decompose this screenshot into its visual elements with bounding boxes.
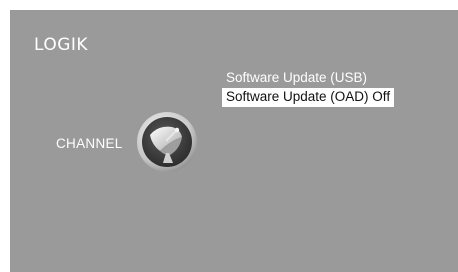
- satellite-dish-icon[interactable]: [136, 111, 198, 173]
- tv-menu-screen: LOGIK Software Update (USB) Software Upd…: [10, 10, 458, 272]
- settings-menu: Software Update (USB) Software Update (O…: [222, 69, 452, 107]
- logik-logo: LOGIK: [34, 35, 89, 55]
- menu-item-software-update-oad[interactable]: Software Update (OAD) Off: [222, 88, 395, 107]
- menu-item-software-update-usb[interactable]: Software Update (USB): [222, 69, 452, 88]
- category-label: CHANNEL: [56, 136, 123, 151]
